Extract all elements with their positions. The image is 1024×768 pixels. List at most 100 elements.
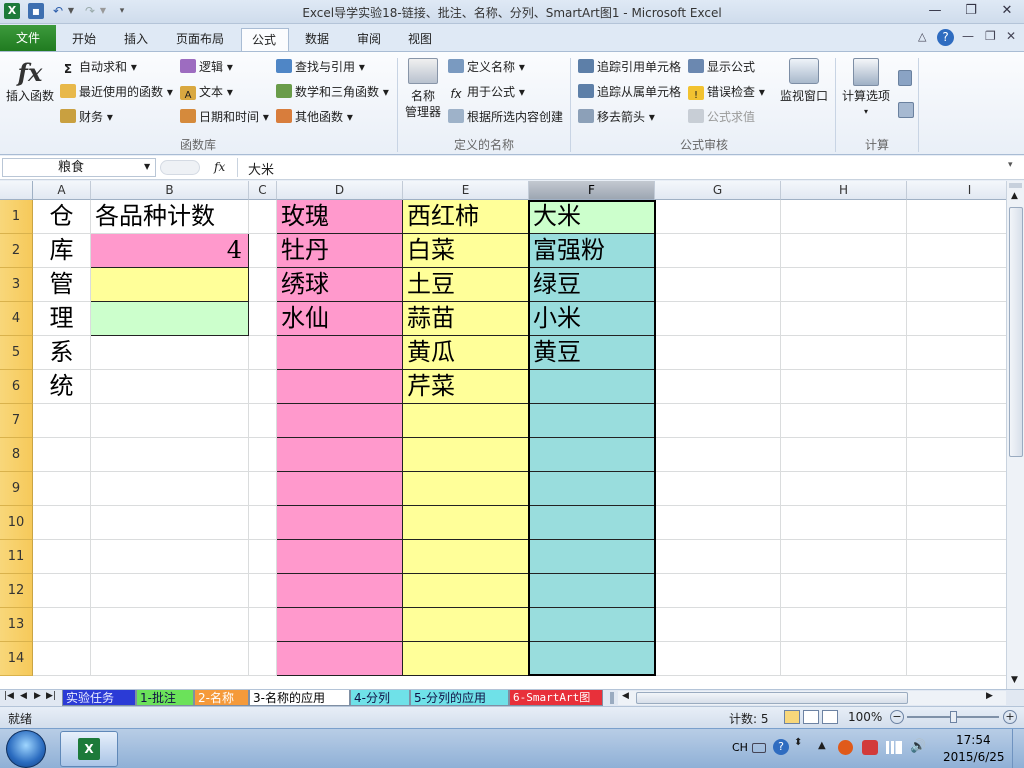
column-header-c[interactable]: C xyxy=(249,181,277,200)
formula-bar-handle[interactable] xyxy=(160,160,200,175)
cell-b4[interactable] xyxy=(91,302,249,336)
row-header-14[interactable]: 14 xyxy=(0,642,33,676)
cell-i5[interactable] xyxy=(907,336,1006,370)
tab-view[interactable]: 视图 xyxy=(398,28,442,51)
cell-b5[interactable] xyxy=(91,336,249,370)
keyboard-icon[interactable] xyxy=(752,743,766,753)
cell-a2[interactable]: 库 xyxy=(33,234,91,268)
tab-review[interactable]: 审阅 xyxy=(347,28,391,51)
cell-c1[interactable] xyxy=(249,200,277,234)
page-break-view-icon[interactable] xyxy=(822,710,838,724)
cell-e13[interactable] xyxy=(403,608,529,642)
cell-a13[interactable] xyxy=(33,608,91,642)
cell-d12[interactable] xyxy=(277,574,403,608)
financial-button[interactable]: 财务 ▾ xyxy=(60,107,113,127)
cell-c12[interactable] xyxy=(249,574,277,608)
cell-i10[interactable] xyxy=(907,506,1006,540)
select-all-corner[interactable] xyxy=(0,181,33,200)
cell-h3[interactable] xyxy=(781,268,907,302)
excel-taskbar-button[interactable]: X xyxy=(60,731,118,767)
cell-e11[interactable] xyxy=(403,540,529,574)
row-header-1[interactable]: 1 xyxy=(0,200,33,234)
column-header-h[interactable]: H xyxy=(781,181,907,200)
more-functions-button[interactable]: 其他函数 ▾ xyxy=(276,107,353,127)
row-header-9[interactable]: 9 xyxy=(0,472,33,506)
cell-h13[interactable] xyxy=(781,608,907,642)
tab-page-layout[interactable]: 页面布局 xyxy=(166,28,234,51)
cell-c5[interactable] xyxy=(249,336,277,370)
cell-f11[interactable] xyxy=(529,540,655,574)
cell-g7[interactable] xyxy=(655,404,781,438)
cell-f13[interactable] xyxy=(529,608,655,642)
cell-i13[interactable] xyxy=(907,608,1006,642)
security-tray-icon[interactable] xyxy=(838,740,853,755)
clock-time[interactable]: 17:54 xyxy=(956,733,991,747)
define-name-button[interactable]: 定义名称 ▾ xyxy=(448,57,525,77)
cell-f2[interactable]: 富强粉 xyxy=(529,234,655,268)
expand-formula-bar-icon[interactable]: ▾ xyxy=(1008,160,1013,170)
cell-c11[interactable] xyxy=(249,540,277,574)
row-header-10[interactable]: 10 xyxy=(0,506,33,540)
cell-e7[interactable] xyxy=(403,404,529,438)
first-sheet-icon[interactable]: |◀ xyxy=(4,691,14,701)
cell-f9[interactable] xyxy=(529,472,655,506)
ribbon-collapse-icon[interactable]: △ xyxy=(918,30,926,43)
cell-b2[interactable]: 4 xyxy=(91,234,249,268)
input-language[interactable]: CH xyxy=(732,741,748,754)
cell-f5[interactable]: 黄豆 xyxy=(529,336,655,370)
sheet-tab-split[interactable]: 4-分列 xyxy=(350,690,410,706)
cell-d5[interactable] xyxy=(277,336,403,370)
last-sheet-icon[interactable]: ▶| xyxy=(46,691,56,701)
cell-e3[interactable]: 土豆 xyxy=(403,268,529,302)
scroll-up-icon[interactable]: ▲ xyxy=(1011,191,1018,201)
page-layout-view-icon[interactable] xyxy=(803,710,819,724)
cell-f12[interactable] xyxy=(529,574,655,608)
cell-e14[interactable] xyxy=(403,642,529,676)
cell-e6[interactable]: 芹菜 xyxy=(403,370,529,404)
cell-i6[interactable] xyxy=(907,370,1006,404)
cell-i4[interactable] xyxy=(907,302,1006,336)
watch-window-button[interactable]: 监视窗口 xyxy=(776,58,832,104)
workbook-minimize-icon[interactable]: — xyxy=(962,29,974,43)
remove-arrows-button[interactable]: 移去箭头 ▾ xyxy=(578,107,655,127)
row-header-8[interactable]: 8 xyxy=(0,438,33,472)
cell-f7[interactable] xyxy=(529,404,655,438)
name-box-dropdown-icon[interactable]: ▼ xyxy=(144,162,150,171)
split-handle[interactable] xyxy=(1009,183,1022,188)
clock-date[interactable]: 2015/6/25 xyxy=(943,750,1005,764)
cell-g5[interactable] xyxy=(655,336,781,370)
scroll-thumb[interactable] xyxy=(1009,207,1023,457)
cell-e9[interactable] xyxy=(403,472,529,506)
cell-d11[interactable] xyxy=(277,540,403,574)
cell-a5[interactable]: 系 xyxy=(33,336,91,370)
date-time-button[interactable]: 日期和时间 ▾ xyxy=(180,107,269,127)
text-button[interactable]: A 文本 ▾ xyxy=(180,82,233,102)
cell-a10[interactable] xyxy=(33,506,91,540)
cell-c6[interactable] xyxy=(249,370,277,404)
zoom-in-icon[interactable]: + xyxy=(1003,710,1017,724)
cell-c10[interactable] xyxy=(249,506,277,540)
name-manager-button[interactable]: 名称 管理器 xyxy=(400,58,446,120)
normal-view-icon[interactable] xyxy=(784,710,800,724)
prev-sheet-icon[interactable]: ◀ xyxy=(20,691,27,701)
column-header-a[interactable]: A xyxy=(33,181,91,200)
cell-h1[interactable] xyxy=(781,200,907,234)
use-in-formula-button[interactable]: fx 用于公式 ▾ xyxy=(448,82,525,102)
cell-a3[interactable]: 管 xyxy=(33,268,91,302)
row-header-2[interactable]: 2 xyxy=(0,234,33,268)
cell-g9[interactable] xyxy=(655,472,781,506)
cell-c4[interactable] xyxy=(249,302,277,336)
cell-i14[interactable] xyxy=(907,642,1006,676)
tab-file[interactable]: 文件 xyxy=(0,25,56,51)
cell-g11[interactable] xyxy=(655,540,781,574)
cell-f10[interactable] xyxy=(529,506,655,540)
cell-d2[interactable]: 牡丹 xyxy=(277,234,403,268)
network-icon[interactable] xyxy=(886,741,902,754)
zoom-out-icon[interactable]: − xyxy=(890,710,904,724)
error-checking-button[interactable]: ! 错误检查 ▾ xyxy=(688,82,765,102)
cell-f1[interactable]: 大米 xyxy=(529,200,655,234)
show-desktop-button[interactable] xyxy=(1012,729,1024,768)
cell-g2[interactable] xyxy=(655,234,781,268)
cell-d6[interactable] xyxy=(277,370,403,404)
cell-i9[interactable] xyxy=(907,472,1006,506)
